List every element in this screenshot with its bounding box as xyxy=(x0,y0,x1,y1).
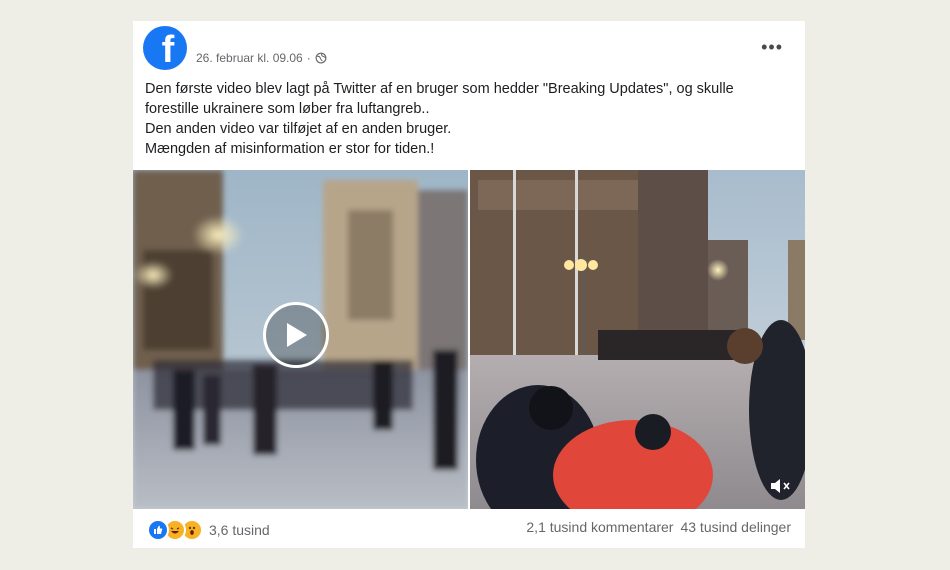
meta-separator: · xyxy=(306,51,311,65)
post-text-line: Mængden af misinformation er stor for ti… xyxy=(145,141,435,157)
post-timestamp[interactable]: 26. februar kl. 09.06 xyxy=(196,51,303,65)
right-video xyxy=(470,170,805,509)
shares-count-link[interactable]: 43 tusind delinger xyxy=(680,519,791,535)
play-button[interactable] xyxy=(263,302,329,368)
video-player[interactable] xyxy=(133,170,805,509)
facebook-post: f 26. februar kl. 09.06 · ••• Den første… xyxy=(133,21,805,548)
post-footer: 3,6 tusind 2,1 tusind kommentarer 43 tus… xyxy=(133,509,805,548)
play-icon xyxy=(287,323,307,347)
video-frame xyxy=(133,170,805,509)
post-text-line: Den første video blev lagt på Twitter af… xyxy=(145,81,734,97)
more-options-icon[interactable]: ••• xyxy=(761,38,783,56)
post-stats: 2,1 tusind kommentarer 43 tusind delinge… xyxy=(526,519,791,535)
post-meta: 26. februar kl. 09.06 · xyxy=(196,51,327,65)
like-icon xyxy=(147,519,169,541)
reactions-summary[interactable]: 3,6 tusind xyxy=(147,519,270,541)
globe-icon[interactable] xyxy=(315,52,327,64)
volume-mute-icon[interactable] xyxy=(769,477,793,495)
post-text: Den første video blev lagt på Twitter af… xyxy=(145,79,785,159)
comments-count-link[interactable]: 2,1 tusind kommentarer xyxy=(526,519,673,535)
facebook-logo-avatar[interactable]: f xyxy=(143,26,187,71)
facebook-f-icon: f xyxy=(161,29,175,71)
post-text-line: forestille ukrainere som løber fra lufta… xyxy=(145,101,430,117)
post-text-line: Den anden video var tilføjet af en anden… xyxy=(145,121,452,137)
reaction-count[interactable]: 3,6 tusind xyxy=(209,522,270,538)
